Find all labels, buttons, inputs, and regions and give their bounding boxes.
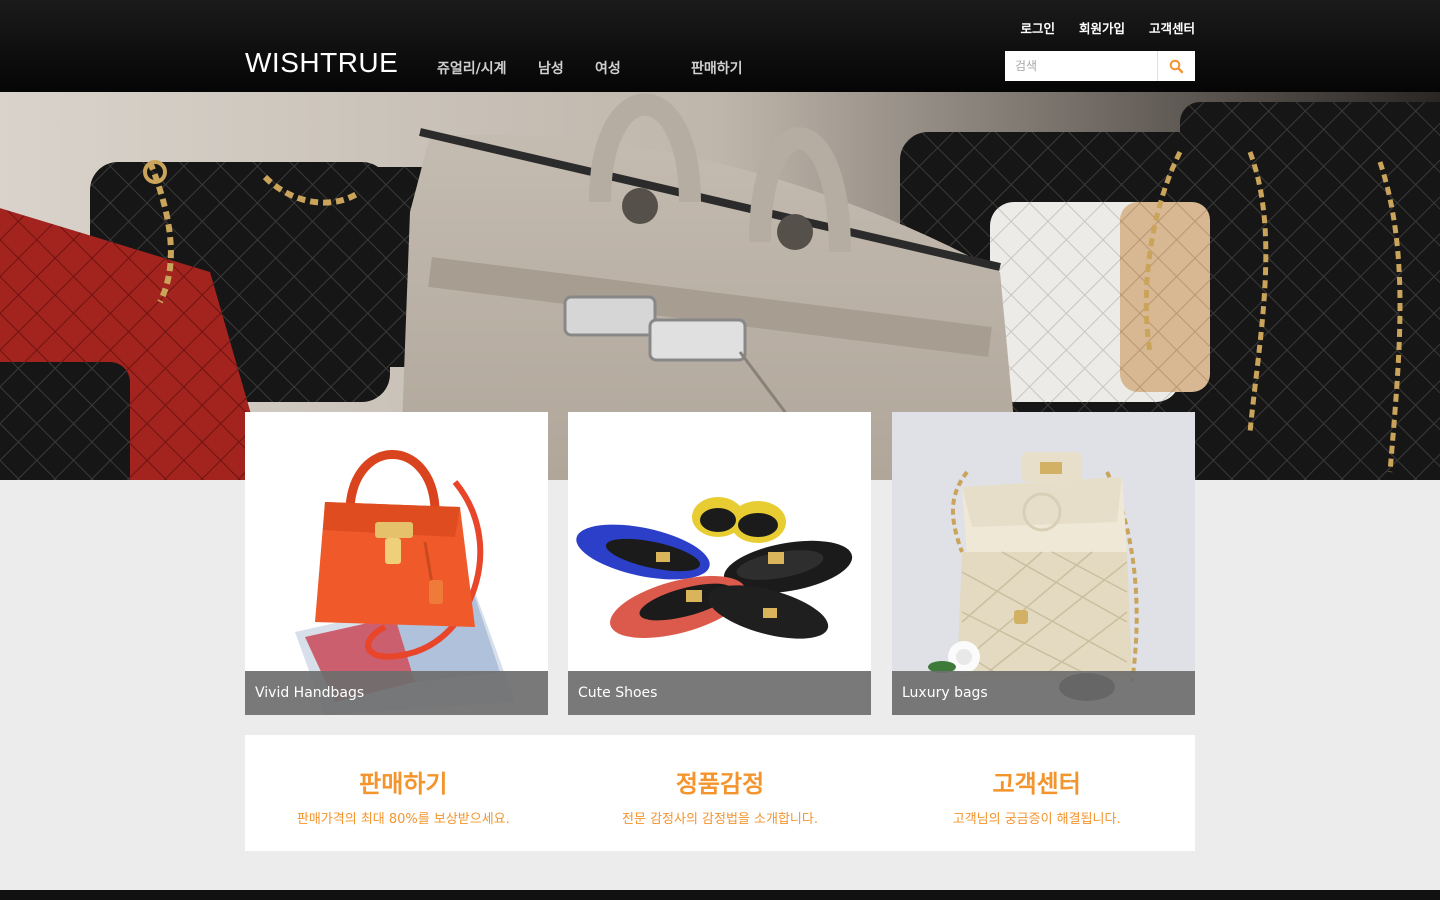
services-box: 판매하기 판매가격의 최대 80%를 보상받으세요. 정품감정 전문 감정사의 … xyxy=(245,735,1195,851)
search-box xyxy=(1005,51,1195,81)
category-label: Vivid Handbags xyxy=(245,671,548,715)
customer-center-link[interactable]: 고객센터 xyxy=(1149,18,1195,37)
nav-men[interactable]: 남성 xyxy=(538,58,564,78)
search-icon xyxy=(1169,59,1184,73)
orange-handbag-image xyxy=(245,412,548,715)
main-nav: 쥬얼리/시계 남성 여성 판매하기 xyxy=(437,58,777,78)
service-authentication[interactable]: 정품감정 전문 감정사의 감정법을 소개합니다. xyxy=(562,735,879,851)
nav-sell[interactable]: 판매하기 xyxy=(691,58,743,78)
category-card-shoes[interactable]: Cute Shoes xyxy=(568,412,871,715)
service-description: 고객님의 궁금증이 해결됩니다. xyxy=(952,812,1121,827)
footer-bar xyxy=(0,890,1440,900)
signup-link[interactable]: 회원가입 xyxy=(1079,18,1125,37)
service-customer-center[interactable]: 고객센터 고객님의 궁금증이 해결됩니다. xyxy=(878,735,1195,851)
login-link[interactable]: 로그인 xyxy=(1020,18,1055,37)
site-logo[interactable]: WISHTRUE xyxy=(245,47,398,79)
service-description: 판매가격의 최대 80%를 보상받으세요. xyxy=(296,812,510,827)
service-title: 판매하기 xyxy=(359,770,448,798)
service-sell[interactable]: 판매하기 판매가격의 최대 80%를 보상받으세요. xyxy=(245,735,562,851)
nav-jewelry-watch[interactable]: 쥬얼리/시계 xyxy=(437,58,507,78)
nav-women[interactable]: 여성 xyxy=(595,58,621,78)
utility-nav: 로그인 회원가입 고객센터 xyxy=(1020,18,1195,37)
category-card-handbags[interactable]: Vivid Handbags xyxy=(245,412,548,715)
service-title: 정품감정 xyxy=(675,770,765,798)
luxury-bag-image xyxy=(892,412,1195,715)
category-card-luxury-bags[interactable]: Luxury bags xyxy=(892,412,1195,715)
flat-shoes-image xyxy=(568,412,871,715)
search-button[interactable] xyxy=(1157,51,1195,81)
service-description: 전문 감정사의 감정법을 소개합니다. xyxy=(622,812,818,827)
site-header: 로그인 회원가입 고객센터 WISHTRUE 쥬얼리/시계 남성 여성 판매하기 xyxy=(0,0,1440,92)
search-input[interactable] xyxy=(1005,51,1157,81)
service-title: 고객센터 xyxy=(992,770,1081,798)
category-label: Cute Shoes xyxy=(568,671,871,715)
category-label: Luxury bags xyxy=(892,671,1195,715)
